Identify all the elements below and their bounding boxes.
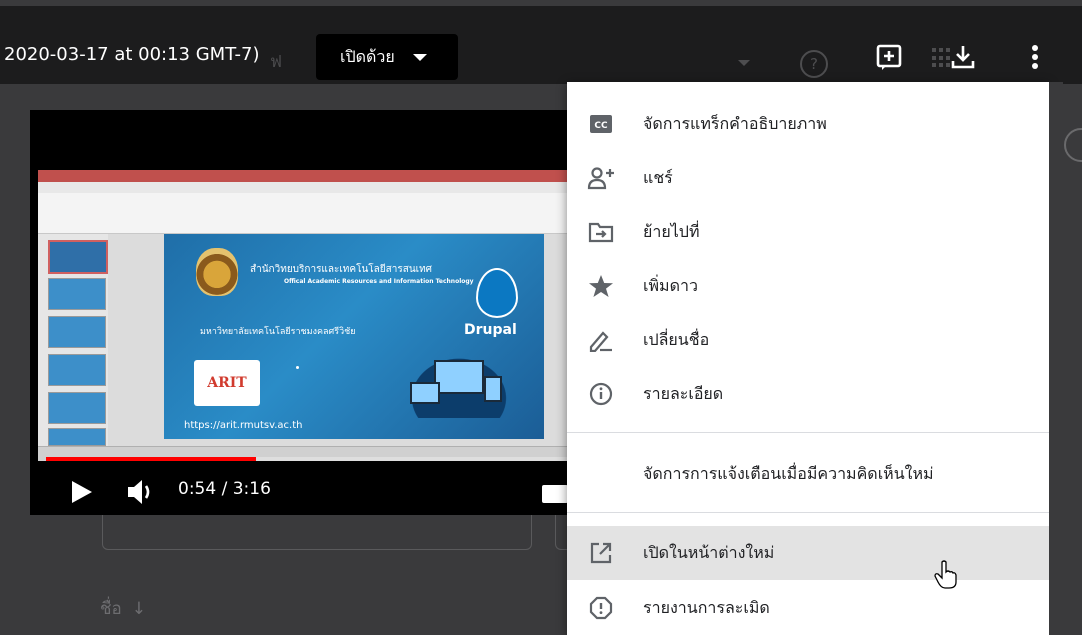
video-frame-presentation: สำนักวิทยบริการและเทคโนโลยีสารสนเทศ Offi… xyxy=(38,170,570,461)
star-icon xyxy=(587,272,615,300)
caret-down-icon xyxy=(412,53,427,61)
menu-divider xyxy=(567,512,1049,513)
frame-thumbnail xyxy=(48,316,106,348)
frame-thumbnail xyxy=(48,278,106,310)
open-with-button[interactable]: เปิดด้วย xyxy=(316,34,458,80)
menu-item-label: แชร์ xyxy=(643,167,673,187)
download-button[interactable] xyxy=(946,40,980,74)
menu-item-label: เพิ่มดาว xyxy=(643,275,698,295)
video-controls: 0:54 / 3:16 xyxy=(30,465,570,515)
menu-item-report-abuse[interactable]: รายงานการละเมิด xyxy=(567,581,1049,635)
frame-thumbnail xyxy=(48,392,106,424)
sort-arrow-icon: ↓ xyxy=(131,599,146,619)
video-progress-fill xyxy=(46,457,256,461)
frame-slide-thumbnails xyxy=(38,234,108,446)
background-info-icon xyxy=(1064,128,1082,162)
play-icon[interactable] xyxy=(72,481,92,503)
background-sort-label: ชื่อ ↓ xyxy=(100,595,146,622)
video-time-display: 0:54 / 3:16 xyxy=(178,479,271,499)
menu-item-share[interactable]: แชร์ xyxy=(567,151,1049,205)
slide-dot xyxy=(296,366,299,369)
menu-divider xyxy=(567,432,1049,433)
drive-preview-screen: ชื่อ ↓ 2020-03-17 at 00:13 GMT-7) ฟ เปิดด… xyxy=(0,0,1082,635)
menu-item-add-star[interactable]: เพิ่มดาว xyxy=(567,259,1049,313)
slide-drupal-label: Drupal xyxy=(464,322,517,338)
devices-illustration xyxy=(404,352,514,418)
svg-text:CC: CC xyxy=(594,121,608,131)
volume-icon xyxy=(128,480,150,504)
frame-ribbon xyxy=(38,193,570,234)
slide-university-name: มหาวิทยาลัยเทคโนโลยีราชมงคลศรีวิชัย xyxy=(200,327,356,337)
university-seal-icon xyxy=(196,248,238,296)
slide-org-name-en: Offical Academic Resources and Informati… xyxy=(284,278,474,285)
menu-item-open-new-window[interactable]: เปิดในหน้าต่างใหม่ xyxy=(567,526,1049,580)
menu-item-label: จัดการการแจ้งเตือนเมื่อมีความคิดเห็นใหม่ xyxy=(643,463,934,483)
arit-logo-text: ARIT xyxy=(207,375,247,391)
subtitles-icon[interactable] xyxy=(542,485,568,503)
pencil-icon xyxy=(587,326,615,354)
hand-cursor-icon xyxy=(934,560,958,590)
menu-item-label: รายละเอียด xyxy=(643,383,724,403)
preview-toolbar: 2020-03-17 at 00:13 GMT-7) ฟ เปิดด้วย ? xyxy=(0,6,1082,84)
slide-org-name-th: สำนักวิทยบริการและเทคโนโลยีสารสนเทศ xyxy=(250,264,433,275)
download-icon xyxy=(951,46,975,69)
arit-logo: ARIT xyxy=(194,360,260,406)
video-player[interactable]: สำนักวิทยบริการและเทคโนโลยีสารสนเทศ Offi… xyxy=(30,110,570,515)
drupal-logo-icon xyxy=(476,268,518,318)
video-progress-bar[interactable] xyxy=(46,457,570,461)
report-icon xyxy=(587,594,615,622)
add-comment-button[interactable] xyxy=(872,40,906,74)
frame-thumbnail xyxy=(48,354,106,386)
sort-label: ชื่อ xyxy=(100,599,122,619)
more-actions-button[interactable] xyxy=(1018,40,1052,74)
background-caret-icon xyxy=(738,60,750,66)
open-with-label: เปิดด้วย xyxy=(340,46,395,66)
frame-thumbnail xyxy=(48,240,108,274)
folder-move-icon xyxy=(587,218,615,246)
menu-item-manage-captions[interactable]: CC จัดการแทร็กคำอธิบายภาพ xyxy=(567,97,1049,151)
frame-current-slide: สำนักวิทยบริการและเทคโนโลยีสารสนเทศ Offi… xyxy=(164,234,544,439)
frame-thumbnail xyxy=(48,428,106,446)
more-actions-menu: CC จัดการแทร็กคำอธิบายภาพ แชร์ ย้ายไปที่… xyxy=(567,82,1049,635)
menu-item-label: เปลี่ยนชื่อ xyxy=(643,329,710,349)
file-title: 2020-03-17 at 00:13 GMT-7) xyxy=(4,44,260,65)
menu-item-comment-notifications[interactable]: จัดการการแจ้งเตือนเมื่อมีความคิดเห็นใหม่ xyxy=(567,447,1049,501)
menu-item-move-to[interactable]: ย้ายไปที่ xyxy=(567,205,1049,259)
menu-item-label: เปิดในหน้าต่างใหม่ xyxy=(643,542,775,562)
menu-item-details[interactable]: รายละเอียด xyxy=(567,367,1049,421)
more-vert-icon xyxy=(1032,45,1038,69)
volume-button[interactable] xyxy=(126,477,158,507)
cc-icon: CC xyxy=(587,110,615,138)
open-in-new-icon xyxy=(587,539,615,567)
menu-item-rename[interactable]: เปลี่ยนชื่อ xyxy=(567,313,1049,367)
menu-scrollbar[interactable] xyxy=(1049,82,1063,635)
person-add-icon xyxy=(587,164,615,192)
add-comment-icon xyxy=(876,44,902,70)
background-ghost-text: ฟ xyxy=(270,52,283,72)
frame-title-bar xyxy=(38,170,570,182)
menu-item-label: ย้ายไปที่ xyxy=(643,221,700,241)
menu-item-label: รายงานการละเมิด xyxy=(643,597,770,617)
slide-url: https://arit.rmutsv.ac.th xyxy=(184,420,303,431)
background-help-icon: ? xyxy=(800,50,828,78)
menu-item-label: จัดการแทร็กคำอธิบายภาพ xyxy=(643,113,827,133)
info-icon xyxy=(587,380,615,408)
